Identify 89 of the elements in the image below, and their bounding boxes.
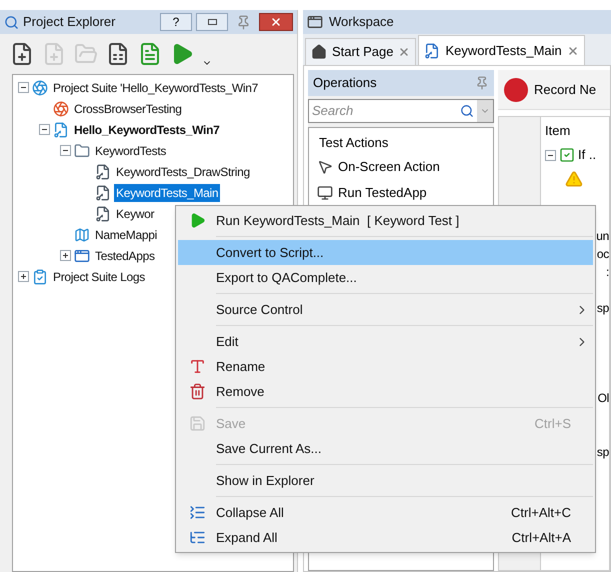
- operation-item[interactable]: Run TestedApp: [317, 180, 485, 206]
- menu-item[interactable]: Expand All Ctrl+Alt+A: [178, 525, 593, 550]
- suite-icon: [32, 80, 48, 96]
- tree-item[interactable]: KeywordTests_DrawString: [114, 162, 252, 180]
- close-icon[interactable]: [398, 46, 410, 58]
- search-icon: [4, 14, 19, 30]
- search-bar[interactable]: Search: [308, 99, 494, 123]
- collapse-toggle[interactable]: [545, 150, 556, 160]
- log-icon: [32, 268, 48, 284]
- pointer-icon: [317, 159, 333, 175]
- menu-item[interactable]: Remove: [178, 379, 593, 404]
- document-key-icon: [95, 206, 111, 222]
- search-field[interactable]: Search: [309, 101, 460, 121]
- trash-icon: [188, 383, 206, 400]
- menu-item[interactable]: Edit: [178, 329, 593, 354]
- tab-label: Start Page: [332, 43, 394, 62]
- tree-item[interactable]: NameMappi: [93, 226, 159, 244]
- tree-item[interactable]: KeywordTests: [93, 142, 168, 160]
- tab-label: KeywordTests_Main: [445, 42, 562, 60]
- tree-item: If ..: [578, 146, 596, 164]
- menu-item[interactable]: Source Control: [178, 297, 593, 322]
- menu-item[interactable]: Convert to Script...: [178, 240, 593, 265]
- map-icon: [74, 226, 90, 242]
- shortcut-label: Ctrl+Alt+A: [512, 528, 571, 547]
- shortcut-label: Ctrl+Alt+C: [511, 504, 571, 522]
- document-list-icon[interactable]: [106, 42, 130, 66]
- expand-toggle[interactable]: [18, 271, 29, 282]
- pin-icon[interactable]: [475, 76, 489, 90]
- record-icon: [504, 78, 528, 102]
- tree-item: :: [606, 265, 609, 279]
- collapse-toggle[interactable]: [60, 145, 71, 156]
- workspace-icon: [307, 14, 323, 30]
- restore-button[interactable]: [196, 13, 228, 31]
- tree-item: sp: [596, 301, 609, 315]
- tab[interactable]: Start Page: [305, 38, 416, 65]
- tree-item[interactable]: Project Suite Logs: [51, 268, 147, 286]
- menu-item[interactable]: Rename: [178, 354, 593, 379]
- tree-item[interactable]: Keywor: [114, 204, 156, 222]
- menu-item[interactable]: Collapse All Ctrl+Alt+C: [178, 500, 593, 525]
- tree-item: oc: [596, 247, 609, 261]
- column-header: Item: [545, 122, 572, 140]
- text-cursor-icon: [188, 358, 206, 375]
- run-document-icon[interactable]: [138, 42, 162, 66]
- menu-item[interactable]: Show in Explorer: [178, 468, 593, 493]
- add-file-icon[interactable]: [10, 42, 34, 66]
- close-icon: [270, 16, 282, 28]
- record-button[interactable]: Record Ne: [504, 78, 596, 102]
- window-icon: [74, 248, 90, 264]
- folder-icon: [74, 142, 90, 158]
- tree-item[interactable]: Hello_KeywordTests_Win7: [72, 120, 222, 138]
- tree-item: un: [596, 229, 609, 243]
- tree-item[interactable]: KeywordTests_Main: [114, 184, 220, 202]
- close-icon[interactable]: [566, 44, 579, 56]
- shortcut-label: Ctrl+S: [534, 414, 571, 433]
- tree-item[interactable]: TestedApps: [93, 246, 157, 264]
- tree-item: Ol: [598, 391, 609, 405]
- menu-item[interactable]: Export to QAComplete...: [178, 265, 593, 290]
- operation-label: Run TestedApp: [338, 184, 427, 202]
- group-label: Test Actions: [318, 134, 390, 152]
- pin-icon[interactable]: [236, 14, 251, 30]
- help-button[interactable]: ?: [160, 13, 192, 31]
- project-icon: [53, 122, 69, 138]
- operation-label: On-Screen Action: [338, 158, 440, 176]
- collapse-toggle[interactable]: [39, 124, 50, 135]
- tree-item: sp: [596, 445, 609, 459]
- home-icon: [311, 44, 327, 60]
- menu-item[interactable]: Save Current As...: [178, 436, 593, 461]
- tree-item[interactable]: Project Suite 'Hello_KeywordTests_Win7: [51, 78, 260, 96]
- ring-icon: [53, 100, 69, 116]
- tree-icon: [188, 529, 206, 546]
- monitor-icon: [317, 185, 333, 201]
- panel-title: Operations: [313, 74, 378, 92]
- document-key-icon: [95, 164, 111, 180]
- tree-item[interactable]: CrossBrowserTesting: [72, 100, 184, 118]
- close-button[interactable]: [259, 13, 293, 31]
- operation-item[interactable]: On-Screen Action: [317, 154, 485, 180]
- panel-title: Workspace: [329, 13, 394, 32]
- menu-item[interactable]: Run KeywordTests_Main [ Keyword Test ]: [178, 208, 593, 233]
- panel-title: Project Explorer: [23, 13, 116, 32]
- tab[interactable]: KeywordTests_Main: [418, 35, 585, 65]
- search-icon[interactable]: [460, 104, 474, 118]
- collapse-icon: [188, 504, 206, 521]
- save-icon: [188, 415, 206, 432]
- expand-toggle[interactable]: [60, 250, 71, 261]
- warning-icon: [565, 170, 583, 188]
- document-key-icon: [95, 184, 111, 200]
- check-icon: [559, 147, 575, 163]
- document-key-icon: [424, 42, 440, 58]
- collapse-toggle[interactable]: [18, 82, 29, 93]
